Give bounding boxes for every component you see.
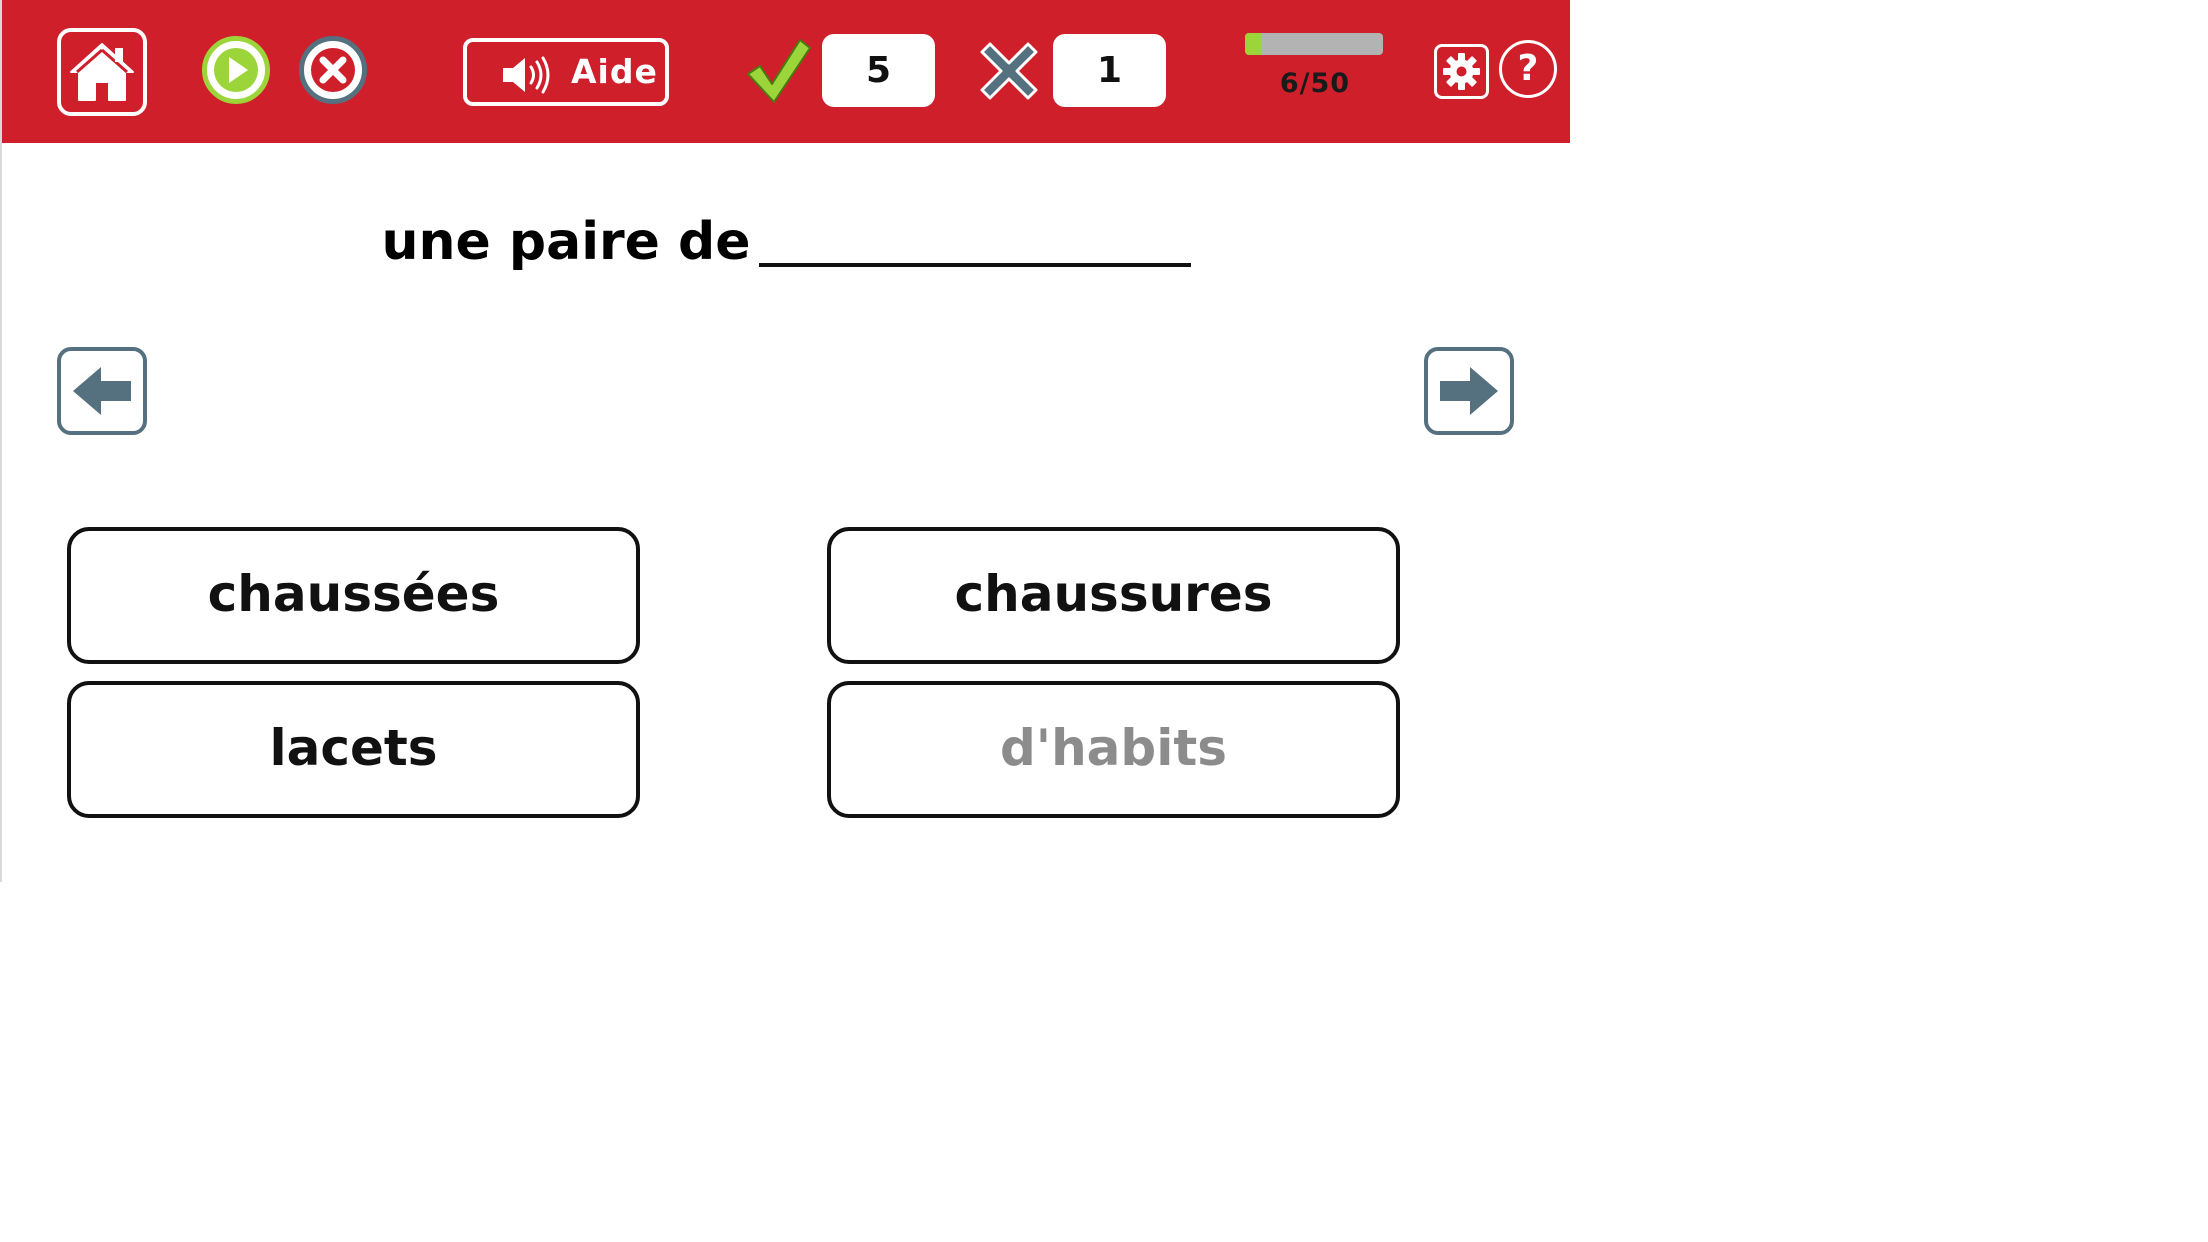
wrong-count: 1 bbox=[1053, 34, 1166, 107]
answer-blank bbox=[758, 263, 1191, 267]
stop-button[interactable] bbox=[299, 36, 367, 104]
arrow-right-icon bbox=[1440, 367, 1498, 415]
help-button[interactable]: ? bbox=[1499, 40, 1557, 98]
choice-button[interactable]: lacets bbox=[67, 681, 640, 818]
aide-label: Aide bbox=[571, 52, 658, 91]
choice-button[interactable]: chaussures bbox=[827, 527, 1400, 664]
speaker-icon bbox=[503, 56, 550, 94]
home-button[interactable] bbox=[57, 28, 147, 116]
gear-icon bbox=[1443, 53, 1480, 90]
correct-count: 5 bbox=[822, 34, 935, 107]
next-button[interactable] bbox=[1424, 347, 1514, 435]
question-sentence: une paire de bbox=[2, 212, 1570, 272]
play-button[interactable] bbox=[202, 36, 270, 104]
progress-text: 6/50 bbox=[1279, 68, 1351, 99]
cross-icon bbox=[974, 36, 1044, 106]
close-icon bbox=[311, 48, 355, 92]
previous-button[interactable] bbox=[57, 347, 147, 435]
aide-button[interactable]: Aide bbox=[463, 38, 669, 106]
choice-button[interactable]: chaussées bbox=[67, 527, 640, 664]
home-icon bbox=[70, 43, 134, 101]
settings-button[interactable] bbox=[1434, 44, 1489, 99]
question-text: une paire de bbox=[381, 212, 751, 272]
choice-button-disabled: d'habits bbox=[827, 681, 1400, 818]
play-icon bbox=[214, 48, 258, 92]
arrow-left-icon bbox=[73, 367, 131, 415]
progress-fill bbox=[1245, 33, 1262, 55]
checkmark-icon bbox=[744, 36, 812, 106]
top-bar: Aide 5 1 6/50 ? bbox=[2, 0, 1570, 143]
game-screen: Aide 5 1 6/50 ? une paire de chaussées c… bbox=[0, 0, 1570, 882]
progress-bar bbox=[1245, 33, 1383, 55]
